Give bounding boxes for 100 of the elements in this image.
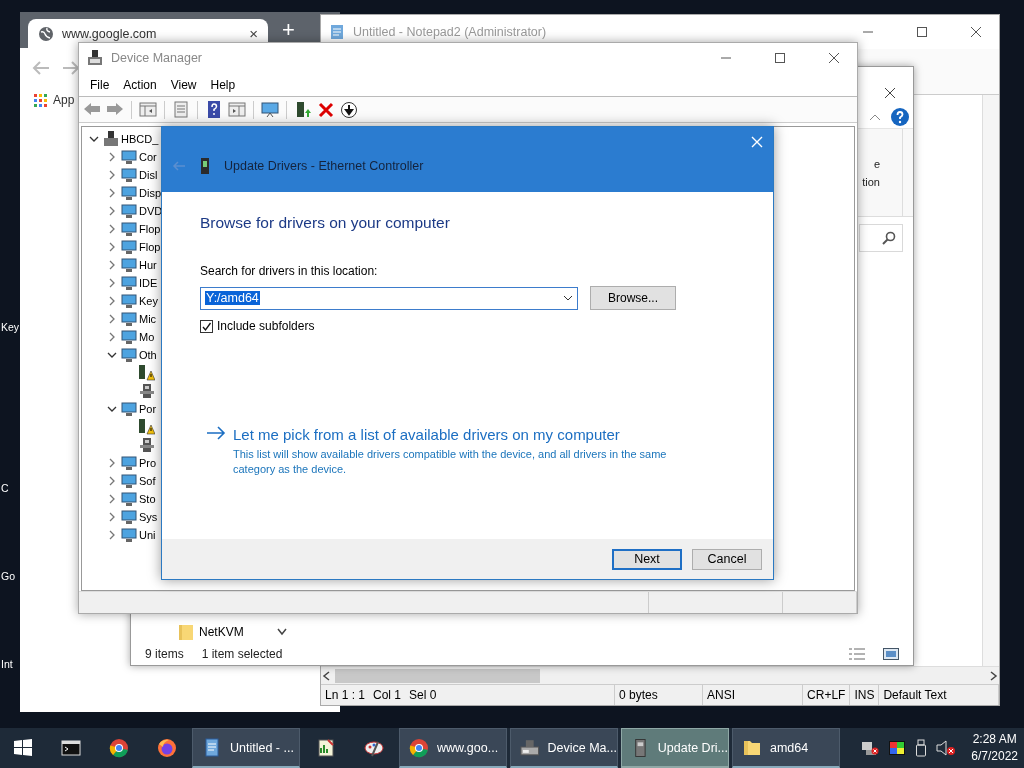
console-tree-icon[interactable] bbox=[139, 100, 157, 119]
help-icon[interactable] bbox=[891, 107, 909, 126]
tree-item[interactable]: Cor bbox=[139, 151, 157, 163]
taskbar-button[interactable]: Device Ma... bbox=[510, 728, 618, 768]
tab-close-button[interactable]: × bbox=[249, 25, 258, 42]
desktop-icon-label[interactable]: Key bbox=[1, 321, 20, 333]
menu-item[interactable]: Help bbox=[203, 75, 243, 94]
vertical-scrollbar[interactable] bbox=[982, 95, 999, 666]
expanded-caret-icon[interactable] bbox=[107, 404, 117, 414]
tree-item[interactable]: Sof bbox=[139, 475, 156, 487]
tree-item[interactable]: Hur bbox=[139, 259, 157, 271]
expanded-caret-icon[interactable] bbox=[89, 134, 99, 144]
pick-driver-link[interactable]: Let me pick from a list of available drivers on my computer bbox=[233, 426, 681, 443]
collapsed-caret-icon[interactable] bbox=[107, 260, 117, 270]
collapsed-caret-icon[interactable] bbox=[107, 188, 117, 198]
tree-item[interactable]: Disp bbox=[139, 187, 161, 199]
taskbar-button[interactable]: Update Dri... bbox=[621, 728, 729, 768]
browse-button[interactable]: Browse... bbox=[590, 286, 676, 310]
search-field[interactable] bbox=[859, 224, 903, 252]
chart-document-icon[interactable] bbox=[315, 738, 336, 758]
taskbar-button[interactable]: Untitled - ... bbox=[192, 728, 300, 768]
chrome-icon[interactable] bbox=[108, 738, 129, 758]
tree-item[interactable]: Uni bbox=[139, 529, 156, 541]
collapsed-caret-icon[interactable] bbox=[107, 530, 117, 540]
collapsed-caret-icon[interactable] bbox=[107, 332, 117, 342]
bookmark-link[interactable]: App bbox=[53, 93, 75, 107]
desktop-icon-label[interactable]: C bbox=[1, 482, 9, 494]
monitor-icon[interactable] bbox=[261, 100, 279, 119]
color-display-icon[interactable] bbox=[888, 740, 907, 756]
tab-title: www.google.com bbox=[62, 26, 158, 41]
terminal-icon[interactable] bbox=[60, 738, 81, 758]
collapsed-caret-icon[interactable] bbox=[107, 224, 117, 234]
tree-item[interactable]: Flop bbox=[139, 241, 161, 253]
device-update-icon[interactable] bbox=[294, 100, 312, 119]
download-icon[interactable] bbox=[340, 100, 358, 119]
globe-icon bbox=[38, 25, 54, 42]
collapsed-caret-icon[interactable] bbox=[107, 170, 117, 180]
network-icon[interactable] bbox=[861, 740, 880, 756]
tree-item[interactable]: Disl bbox=[139, 169, 158, 181]
folder-name[interactable]: NetKVM bbox=[199, 625, 271, 639]
tree-item[interactable]: DVD bbox=[139, 205, 163, 217]
collapsed-caret-icon[interactable] bbox=[107, 476, 117, 486]
tree-item[interactable]: HBCD_ bbox=[121, 133, 159, 145]
tree-item[interactable]: Pro bbox=[139, 457, 157, 469]
menu-item[interactable]: Action bbox=[116, 75, 164, 94]
uninstall-icon[interactable] bbox=[317, 100, 335, 119]
location-combobox[interactable]: Y:/amd64 bbox=[200, 286, 578, 310]
apps-grid-icon[interactable] bbox=[34, 93, 47, 107]
speaker-muted-icon[interactable] bbox=[936, 740, 957, 756]
action-pane-icon[interactable] bbox=[228, 100, 246, 119]
collapsed-caret-icon[interactable] bbox=[107, 296, 117, 306]
device-icon bbox=[121, 329, 137, 345]
status-text: Default Text bbox=[879, 685, 999, 705]
expanded-caret-icon[interactable] bbox=[107, 350, 117, 360]
collapsed-caret-icon[interactable] bbox=[107, 242, 117, 252]
device-icon bbox=[121, 491, 137, 507]
status-text: ANSI bbox=[703, 685, 804, 705]
chevron-up-icon[interactable] bbox=[869, 112, 881, 121]
status-text: Col 1 bbox=[372, 687, 403, 704]
tree-item[interactable]: Sys bbox=[139, 511, 158, 523]
horizontal-scrollbar[interactable] bbox=[321, 666, 999, 684]
desktop-icon-label[interactable]: Int bbox=[1, 658, 13, 670]
new-tab-button[interactable]: + bbox=[276, 20, 301, 40]
checkbox[interactable] bbox=[200, 319, 213, 333]
tree-item[interactable]: Oth bbox=[139, 349, 157, 361]
menu-item[interactable]: View bbox=[163, 75, 204, 94]
tree-item[interactable]: Por bbox=[139, 403, 157, 415]
clock[interactable]: 2:28 AM 6/7/2022 bbox=[965, 728, 1024, 768]
tree-item[interactable]: Sto bbox=[139, 493, 156, 505]
large-icons-view-icon[interactable] bbox=[883, 648, 899, 660]
paint-palette-icon[interactable] bbox=[363, 738, 384, 758]
collapsed-caret-icon[interactable] bbox=[107, 152, 117, 162]
collapsed-caret-icon[interactable] bbox=[107, 206, 117, 216]
notepad-icon bbox=[329, 24, 345, 40]
dialog-button[interactable]: Cancel bbox=[692, 548, 762, 570]
menu-item[interactable]: File bbox=[83, 75, 117, 94]
start-icon[interactable] bbox=[12, 738, 33, 758]
right-arrow-icon[interactable] bbox=[206, 426, 226, 440]
taskbar-button[interactable]: amd64 bbox=[732, 728, 840, 768]
taskbar-button[interactable]: www.goo... bbox=[399, 728, 507, 768]
chevron-down-icon[interactable] bbox=[277, 628, 287, 636]
help-icon[interactable] bbox=[205, 100, 223, 119]
tree-item[interactable]: Mic bbox=[139, 313, 157, 325]
collapsed-caret-icon[interactable] bbox=[107, 278, 117, 288]
collapsed-caret-icon[interactable] bbox=[107, 512, 117, 522]
close-icon bbox=[751, 136, 763, 148]
usb-drive-icon[interactable] bbox=[915, 739, 928, 757]
collapsed-caret-icon[interactable] bbox=[107, 458, 117, 468]
collapsed-caret-icon[interactable] bbox=[107, 494, 117, 504]
dialog-button[interactable]: Next bbox=[612, 548, 682, 570]
firefox-icon[interactable] bbox=[156, 738, 177, 758]
tree-item[interactable]: Flop bbox=[139, 223, 161, 235]
desktop-icon-label[interactable]: Go bbox=[1, 570, 15, 582]
collapsed-caret-icon[interactable] bbox=[107, 314, 117, 324]
device-icon bbox=[121, 473, 137, 489]
checkbox-label[interactable]: Include subfolders bbox=[217, 319, 315, 333]
forward-arrow-icon[interactable] bbox=[62, 60, 80, 76]
tree-item[interactable]: IDE bbox=[139, 277, 158, 289]
tree-item[interactable]: Mo bbox=[139, 331, 155, 343]
tree-item[interactable]: Key bbox=[139, 295, 158, 307]
